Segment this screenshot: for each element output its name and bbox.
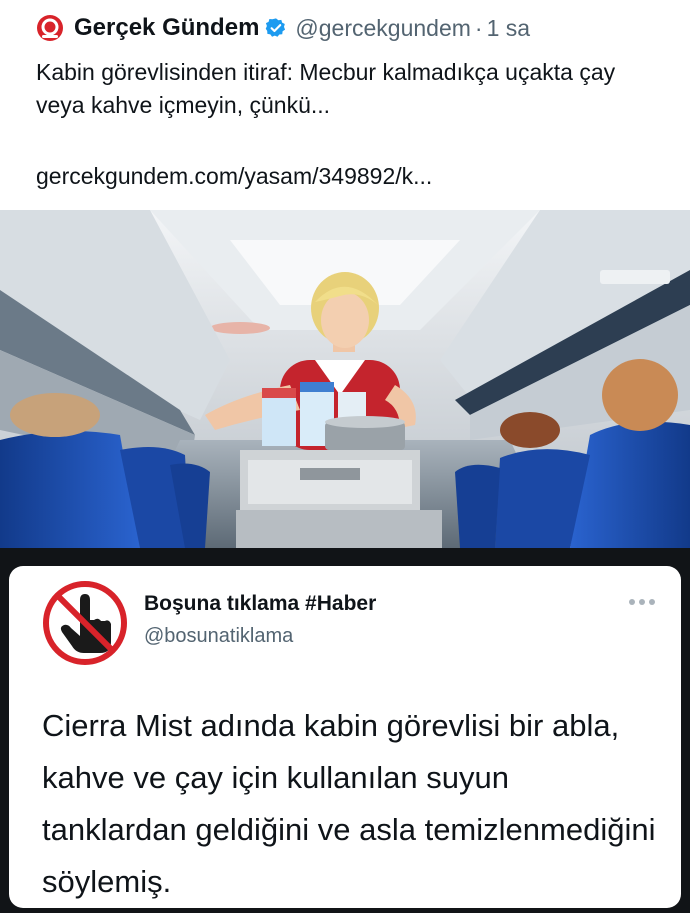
flight-attendant-with-drinks-cart-photo[interactable]	[0, 210, 690, 548]
quote-author-handle[interactable]: @bosunatiklama	[144, 625, 293, 648]
gercek-gundem-logo-icon[interactable]	[36, 14, 64, 42]
tweet-link[interactable]: gercekgundem.com/yasam/349892/k...	[36, 163, 432, 190]
verified-badge-icon	[266, 18, 286, 37]
quote-author-name[interactable]: Boşuna tıklama #Haber	[144, 592, 376, 616]
top-tweet[interactable]: Gerçek Gündem @gercekgundem · 1 sa Kabin…	[0, 0, 690, 548]
author-name[interactable]: Gerçek Gündem	[74, 14, 259, 42]
separator-dot: ·	[474, 14, 483, 41]
tweet-text: Kabin görevlisinden itiraf: Mecbur kalma…	[36, 59, 616, 118]
author-handle[interactable]: @gercekgundem	[295, 15, 471, 42]
timestamp[interactable]: 1 sa	[487, 15, 530, 42]
no-click-hand-icon[interactable]	[42, 580, 128, 666]
quote-tweet-text: Cierra Mist adında kabin görevlisi bir a…	[42, 708, 656, 899]
more-options-icon[interactable]	[628, 597, 656, 607]
tweet-header: Gerçek Gündem @gercekgundem · 1 sa	[36, 12, 530, 44]
